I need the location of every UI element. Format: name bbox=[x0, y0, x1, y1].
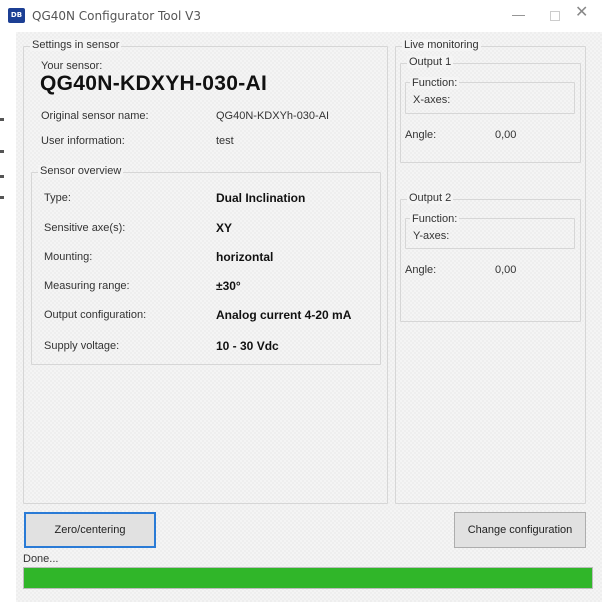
your-sensor-value: QG40N-KDXYH-030-AI bbox=[40, 72, 268, 95]
output-configuration-value: Analog current 4-20 mA bbox=[216, 308, 352, 322]
user-info-label: User information: bbox=[41, 135, 125, 147]
zero-centering-button[interactable]: Zero/centering bbox=[24, 512, 156, 548]
supply-voltage-label: Supply voltage: bbox=[44, 340, 120, 352]
your-sensor-label: Your sensor: bbox=[41, 60, 103, 72]
progress-fill bbox=[24, 568, 592, 588]
edge-mark bbox=[0, 150, 4, 153]
edge-mark bbox=[0, 118, 4, 121]
output2-function-value: Y-axes: bbox=[413, 230, 450, 242]
sensitive-axes-label: Sensitive axe(s): bbox=[44, 222, 126, 234]
title-bar[interactable]: DB QG40N Configurator Tool V3 — ✕ bbox=[0, 0, 602, 32]
output-configuration-label: Output configuration: bbox=[44, 309, 147, 321]
mounting-label: Mounting: bbox=[44, 251, 93, 263]
type-label: Type: bbox=[44, 192, 71, 204]
app-logo-icon: DB bbox=[8, 8, 25, 23]
output2-title: Output 2 bbox=[407, 192, 454, 204]
edge-mark bbox=[0, 196, 4, 199]
output2-function-label: Function: bbox=[410, 213, 460, 225]
close-button[interactable]: ✕ bbox=[575, 5, 588, 21]
measuring-range-value: ±30° bbox=[216, 279, 241, 293]
original-name-value: QG40N-KDXYh-030-AI bbox=[216, 110, 330, 122]
output1-angle-label: Angle: bbox=[405, 129, 437, 141]
sensitive-axes-value: XY bbox=[216, 221, 233, 235]
output1-function-value: X-axes: bbox=[413, 94, 451, 106]
output1-function-label: Function: bbox=[410, 77, 460, 89]
output1-title: Output 1 bbox=[407, 56, 454, 68]
settings-group-title: Settings in sensor bbox=[30, 39, 122, 51]
supply-voltage-value: 10 - 30 Vdc bbox=[216, 339, 279, 353]
window-title: QG40N Configurator Tool V3 bbox=[32, 9, 201, 23]
original-name-label: Original sensor name: bbox=[41, 110, 149, 122]
user-info-value: test bbox=[216, 135, 234, 147]
sensor-overview-group: Sensor overview bbox=[31, 165, 381, 365]
sensor-overview-title: Sensor overview bbox=[38, 165, 124, 177]
output1-angle-value: 0,00 bbox=[495, 129, 517, 141]
minimize-button[interactable]: — bbox=[512, 8, 525, 22]
type-value: Dual Inclination bbox=[216, 191, 306, 205]
output2-angle-value: 0,00 bbox=[495, 264, 517, 276]
live-monitoring-title: Live monitoring bbox=[402, 39, 481, 51]
mounting-value: horizontal bbox=[216, 250, 274, 264]
maximize-button[interactable] bbox=[550, 11, 560, 21]
progress-bar bbox=[23, 567, 593, 589]
left-edge bbox=[0, 32, 16, 602]
edge-mark bbox=[0, 175, 4, 178]
output2-angle-label: Angle: bbox=[405, 264, 437, 276]
measuring-range-label: Measuring range: bbox=[44, 280, 130, 292]
status-text: Done... bbox=[23, 553, 59, 565]
change-configuration-button[interactable]: Change configuration bbox=[454, 512, 586, 548]
